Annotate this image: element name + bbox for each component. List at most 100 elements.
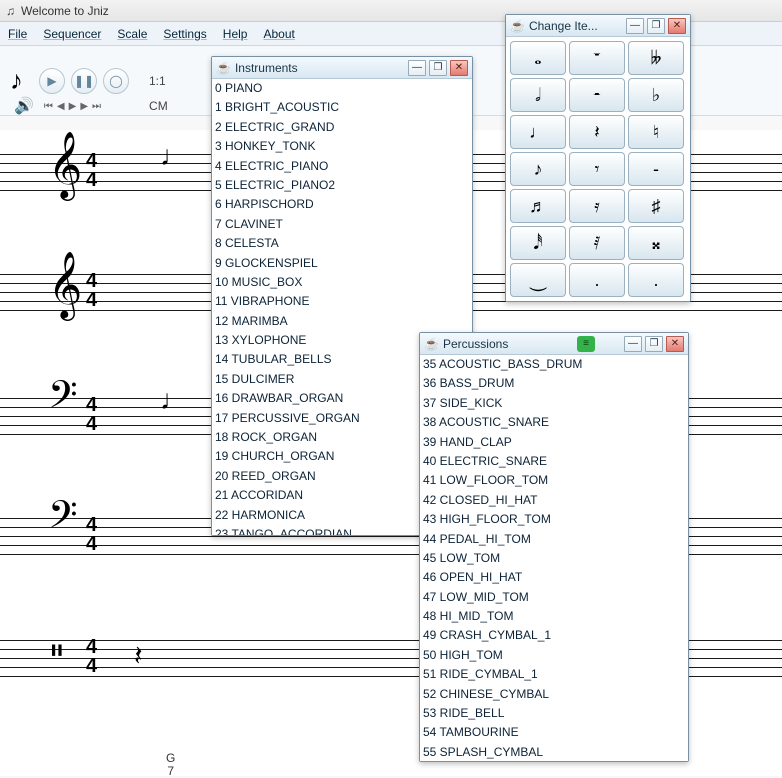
step-fwd-button[interactable]: ▶ <box>80 101 88 112</box>
list-item[interactable]: 11 VIBRAPHONE <box>212 292 472 311</box>
list-item[interactable]: 0 PIANO <box>212 79 472 98</box>
menu-about[interactable]: About <box>263 27 294 41</box>
list-item[interactable]: 8 CELESTA <box>212 234 472 253</box>
symbol-button[interactable]: - <box>628 152 684 186</box>
list-item[interactable]: 52 CHINESE_CYMBAL <box>420 685 688 704</box>
list-item[interactable]: 5 ELECTRIC_PIANO2 <box>212 176 472 195</box>
change-item-titlebar[interactable]: ☕ Change Ite... — ❐ ✕ <box>506 15 690 37</box>
list-item[interactable]: 39 HAND_CLAP <box>420 433 688 452</box>
play-small-button[interactable]: ▶ <box>69 101 77 112</box>
list-item[interactable]: 46 OPEN_HI_HAT <box>420 568 688 587</box>
symbol-button[interactable]: ⏝ <box>510 263 566 297</box>
symbol-button[interactable]: 𝅝 <box>510 41 566 75</box>
maximize-button[interactable]: ❐ <box>429 60 447 76</box>
rest[interactable]: 𝄽 <box>134 640 143 673</box>
symbol-button[interactable]: ♬ <box>510 189 566 223</box>
list-item[interactable]: 10 MUSIC_BOX <box>212 273 472 292</box>
symbol-button[interactable]: 𝅘𝅥𝅰 <box>510 226 566 260</box>
list-item[interactable]: 50 HIGH_TOM <box>420 646 688 665</box>
list-item[interactable]: 43 HIGH_FLOOR_TOM <box>420 510 688 529</box>
menu-settings[interactable]: Settings <box>163 27 206 41</box>
percussion-toggle-icon[interactable]: ≡ <box>577 336 595 352</box>
minimize-button[interactable]: — <box>408 60 426 76</box>
chord-hint: G 7 <box>166 752 175 778</box>
list-item[interactable]: 47 LOW_MID_TOM <box>420 588 688 607</box>
symbol-button[interactable]: ♮ <box>628 115 684 149</box>
menu-help[interactable]: Help <box>223 27 248 41</box>
percussions-titlebar[interactable]: ☕ Percussions ≡ — ❐ ✕ <box>420 333 688 355</box>
nav-controls: ⏮ ◀ ▶ ▶ ⏭ <box>44 101 101 112</box>
minimize-button[interactable]: — <box>624 336 642 352</box>
note[interactable]: ♩ <box>160 140 188 172</box>
menu-file[interactable]: File <box>8 27 27 41</box>
close-button[interactable]: ✕ <box>666 336 684 352</box>
list-item[interactable]: 53 RIDE_BELL <box>420 704 688 723</box>
symbol-button[interactable]: 𝄾 <box>569 152 625 186</box>
menu-sequencer[interactable]: Sequencer <box>43 27 101 41</box>
close-button[interactable]: ✕ <box>450 60 468 76</box>
list-item[interactable]: 36 BASS_DRUM <box>420 374 688 393</box>
list-item[interactable]: 35 ACOUSTIC_BASS_DRUM <box>420 355 688 374</box>
symbol-button[interactable]: 𝄿 <box>569 189 625 223</box>
list-item[interactable]: 40 ELECTRIC_SNARE <box>420 452 688 471</box>
time-signature: 44 <box>86 152 97 190</box>
list-item[interactable]: 48 HI_MID_TOM <box>420 607 688 626</box>
percussions-list[interactable]: 35 ACOUSTIC_BASS_DRUM36 BASS_DRUM37 SIDE… <box>420 355 688 761</box>
symbol-button[interactable]: . <box>569 263 625 297</box>
list-item[interactable]: 12 MARIMBA <box>212 312 472 331</box>
change-item-window[interactable]: ☕ Change Ite... — ❐ ✕ 𝅝𝄻𝄫 𝅗𝅥𝄼♭ ♩𝄽♮ ♪𝄾- ♬𝄿♯ 𝅘𝅥… <box>505 14 691 302</box>
symbol-button[interactable]: 𝅗𝅥 <box>510 78 566 112</box>
symbol-button[interactable]: 𝄽 <box>569 115 625 149</box>
perc-clef-icon: 𝄥 <box>52 642 62 661</box>
play-button[interactable]: ▶ <box>39 68 65 94</box>
note[interactable]: ♩ <box>160 384 188 416</box>
symbol-button[interactable]: 𝄫 <box>628 41 684 75</box>
zoom-label: 1:1 <box>149 74 166 88</box>
instruments-titlebar[interactable]: ☕ Instruments — ❐ ✕ <box>212 57 472 79</box>
list-item[interactable]: 1 BRIGHT_ACOUSTIC <box>212 98 472 117</box>
list-item[interactable]: 51 RIDE_CYMBAL_1 <box>420 665 688 684</box>
list-item[interactable]: 42 CLOSED_HI_HAT <box>420 491 688 510</box>
list-item[interactable]: 41 LOW_FLOOR_TOM <box>420 471 688 490</box>
time-signature: 44 <box>86 516 97 554</box>
note-tool-icon[interactable]: ♪ <box>10 65 23 96</box>
list-item[interactable]: 49 CRASH_CYMBAL_1 <box>420 626 688 645</box>
list-item[interactable]: 55 SPLASH_CYMBAL <box>420 743 688 761</box>
symbol-button[interactable]: 𝄪 <box>628 226 684 260</box>
skip-start-button[interactable]: ⏮ <box>44 101 53 112</box>
list-item[interactable]: 7 CLAVINET <box>212 215 472 234</box>
skip-end-button[interactable]: ⏭ <box>92 101 101 112</box>
symbol-button[interactable]: 𝅀 <box>569 226 625 260</box>
list-item[interactable]: 54 TAMBOURINE <box>420 723 688 742</box>
list-item[interactable]: 37 SIDE_KICK <box>420 394 688 413</box>
symbol-button[interactable]: ♯ <box>628 189 684 223</box>
list-item[interactable]: 2 ELECTRIC_GRAND <box>212 118 472 137</box>
pause-button[interactable]: ❚❚ <box>71 68 97 94</box>
step-back-button[interactable]: ◀ <box>57 101 65 112</box>
stop-button[interactable]: ◯ <box>103 68 129 94</box>
maximize-button[interactable]: ❐ <box>645 336 663 352</box>
symbol-button[interactable]: ♭ <box>628 78 684 112</box>
bass-clef-icon: 𝄢 <box>48 386 78 414</box>
time-signature: 44 <box>86 638 97 676</box>
list-item[interactable]: 45 LOW_TOM <box>420 549 688 568</box>
list-item[interactable]: 9 GLOCKENSPIEL <box>212 254 472 273</box>
menu-scale[interactable]: Scale <box>117 27 147 41</box>
maximize-button[interactable]: ❐ <box>647 18 665 34</box>
symbol-grid: 𝅝𝄻𝄫 𝅗𝅥𝄼♭ ♩𝄽♮ ♪𝄾- ♬𝄿♯ 𝅘𝅥𝅰𝅀𝄪 ⏝.. <box>506 37 690 301</box>
list-item[interactable]: 4 ELECTRIC_PIANO <box>212 157 472 176</box>
minimize-button[interactable]: — <box>626 18 644 34</box>
percussions-window[interactable]: ☕ Percussions ≡ — ❐ ✕ 35 ACOUSTIC_BASS_D… <box>419 332 689 762</box>
list-item[interactable]: 6 HARPISCHORD <box>212 195 472 214</box>
symbol-button[interactable]: ♩ <box>510 115 566 149</box>
symbol-button[interactable]: . <box>628 263 684 297</box>
symbol-button[interactable]: 𝄼 <box>569 78 625 112</box>
list-item[interactable]: 44 PEDAL_HI_TOM <box>420 530 688 549</box>
speaker-icon[interactable]: 🔊 <box>14 96 34 116</box>
symbol-button[interactable]: 𝄻 <box>569 41 625 75</box>
list-item[interactable]: 3 HONKEY_TONK <box>212 137 472 156</box>
transport-controls: ▶ ❚❚ ◯ <box>39 68 129 94</box>
symbol-button[interactable]: ♪ <box>510 152 566 186</box>
list-item[interactable]: 38 ACOUSTIC_SNARE <box>420 413 688 432</box>
close-button[interactable]: ✕ <box>668 18 686 34</box>
